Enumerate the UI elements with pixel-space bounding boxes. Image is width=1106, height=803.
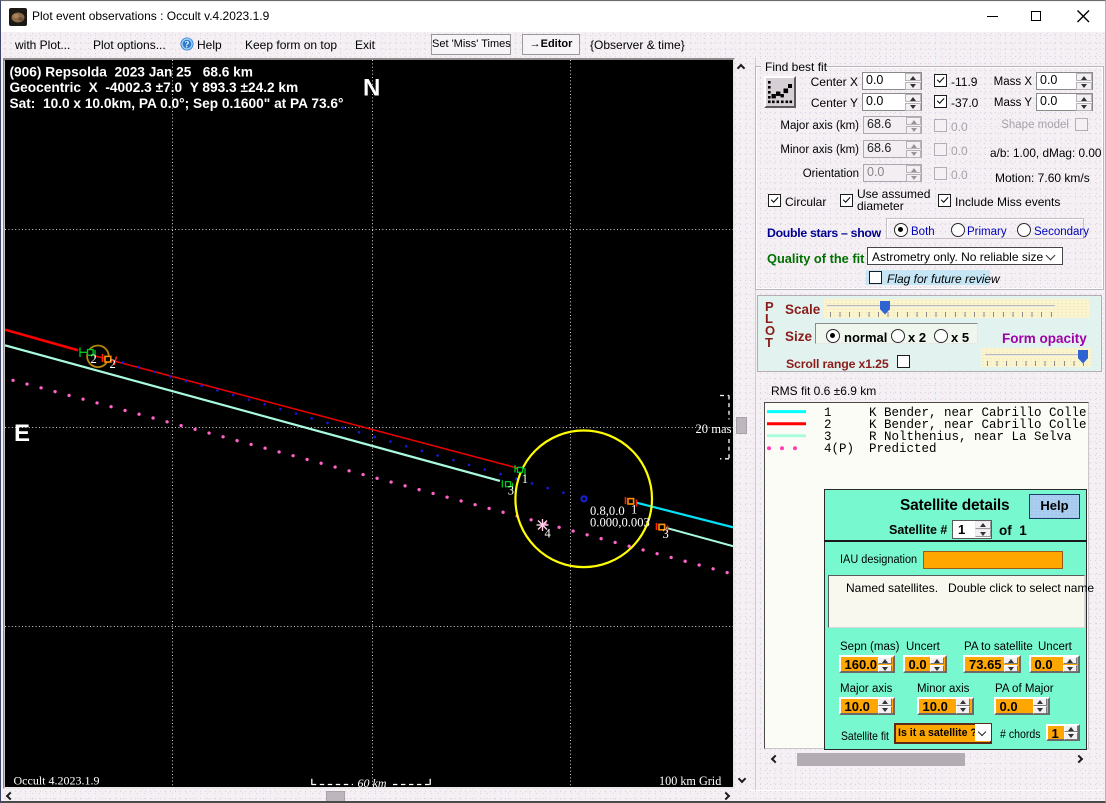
svg-text:1: 1 (631, 503, 637, 517)
svg-text:Sat: 10.0 x 10.0km, PA 0.0°;: Sat: 10.0 x 10.0km, PA 0.0°; Sep 0.1600"… (10, 96, 344, 111)
svg-text:20 mas: 20 mas (696, 422, 732, 436)
svg-text:E: E (14, 420, 30, 447)
svg-text:N: N (363, 75, 380, 102)
svg-text:4: 4 (545, 527, 552, 541)
svg-text:1: 1 (522, 472, 528, 486)
svg-text:60 km: 60 km (358, 776, 387, 787)
svg-text:100 km Grid: 100 km Grid (659, 774, 721, 787)
svg-text:(906) Repsolda 2023 Jan 25: (906) Repsolda 2023 Jan 25 68.6 km (10, 65, 253, 80)
svg-text:4(P) Predicted: 4(P) Predicted (824, 442, 937, 456)
svg-text:Occult 4.2023.1.9: Occult 4.2023.1.9 (14, 774, 100, 788)
svg-text:?: ? (185, 41, 190, 51)
svg-text:3: 3 (508, 484, 514, 498)
svg-text:3: 3 (663, 527, 669, 541)
svg-text:Geocentric X -4002.3 ±7.0 Y: Geocentric X -4002.3 ±7.0 Y 893.3 ±24.2 … (10, 80, 299, 95)
svg-text:2: 2 (110, 357, 116, 371)
svg-text:0.000,0.003: 0.000,0.003 (590, 515, 650, 529)
svg-text:2: 2 (91, 352, 97, 366)
